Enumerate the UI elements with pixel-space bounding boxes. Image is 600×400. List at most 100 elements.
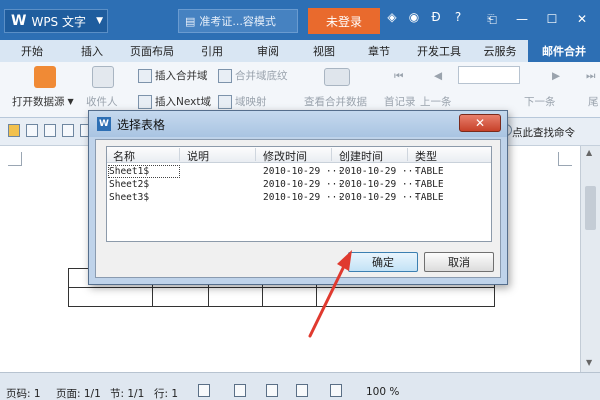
record-number-input[interactable] [458, 66, 520, 84]
outline-view-icon[interactable] [266, 384, 278, 397]
prev-record-icon[interactable]: ◀ [434, 70, 442, 82]
vertical-scrollbar[interactable]: ▲ ▼ [580, 146, 600, 372]
row-name: Sheet3$ [109, 192, 150, 203]
margin-corner-mark [558, 152, 572, 166]
web-view-icon[interactable] [296, 384, 308, 397]
first-record-button[interactable]: 首记录 [384, 94, 416, 109]
merge-field-shading-label: 合并域底纹 [235, 70, 288, 82]
view-merged-icon[interactable] [324, 68, 350, 86]
restore-tab-icon[interactable]: ⎗ [478, 8, 506, 30]
last-record-icon[interactable]: ⏭ [586, 70, 595, 83]
maximize-icon[interactable]: ☐ [538, 8, 566, 30]
shading-icon [218, 68, 232, 83]
document-icon: ▤ [185, 14, 196, 28]
document-tab[interactable]: ▤ 准考证...容模式 [178, 9, 298, 33]
open-data-source-button[interactable]: 打开数据源 ▼ [12, 94, 74, 109]
tab-insert[interactable]: 插入 [64, 40, 120, 62]
column-header-type[interactable]: 类型 [415, 148, 437, 164]
login-button[interactable]: 未登录 [308, 8, 380, 34]
minimize-icon[interactable]: — [508, 8, 536, 30]
row-created: 2010-10-29 ··· [339, 179, 420, 190]
list-item[interactable]: Sheet3$ 2010-10-29 ··· 2010-10-29 ··· TA… [107, 191, 491, 204]
mapping-icon [218, 94, 232, 109]
print-icon[interactable] [62, 124, 74, 137]
column-header-name[interactable]: 名称 [113, 148, 135, 164]
feedback-icon[interactable]: ◉ [406, 10, 422, 24]
tab-mail-merge[interactable]: 邮件合并 [528, 40, 600, 62]
row-modified: 2010-10-29 ··· [263, 192, 344, 203]
list-item[interactable]: Sheet1$ 2010-10-29 ··· 2010-10-29 ··· TA… [107, 165, 491, 178]
spellcheck-icon[interactable] [198, 384, 210, 397]
column-header-modified[interactable]: 修改时间 [263, 148, 307, 164]
reading-view-icon[interactable] [330, 384, 342, 397]
list-item[interactable]: Sheet2$ 2010-10-29 ··· 2010-10-29 ··· TA… [107, 178, 491, 191]
save-icon[interactable] [26, 124, 38, 137]
quick-icons [8, 124, 92, 137]
tab-sections[interactable]: 章节 [352, 40, 406, 62]
recipient-icon[interactable] [92, 66, 114, 88]
tab-start[interactable]: 开始 [0, 40, 64, 62]
table-list[interactable]: 名称 说明 修改时间 创建时间 类型 Sheet1$ 2010-10-29 ··… [106, 146, 492, 242]
dialog-close-button[interactable]: ✕ [459, 114, 501, 132]
row-name: Sheet2$ [109, 179, 150, 190]
scroll-down-icon[interactable]: ▼ [586, 358, 592, 367]
tab-references[interactable]: 引用 [184, 40, 240, 62]
next-record-icon[interactable]: ▶ [552, 70, 560, 82]
field-mapping-button[interactable]: 域映射 [218, 94, 267, 109]
margin-corner-mark [8, 152, 22, 166]
export-pdf-icon[interactable] [44, 124, 56, 137]
tab-cloud[interactable]: 云服务 [472, 40, 528, 62]
insert-merge-field-button[interactable]: 插入合并域 [138, 68, 208, 83]
chevron-down-icon: ▼ [96, 16, 103, 26]
chevron-down-icon: ▼ [67, 97, 74, 106]
select-table-dialog: W 选择表格 ✕ 名称 说明 修改时间 创建时间 类型 Sheet1$ 2010… [88, 110, 508, 285]
merge-field-shading-button[interactable]: 合并域底纹 [218, 68, 288, 83]
open-folder-icon[interactable] [8, 124, 20, 137]
cancel-button[interactable]: 取消 [424, 252, 494, 272]
status-section[interactable]: 节: 1/1 [110, 386, 144, 400]
insert-merge-field-label: 插入合并域 [155, 70, 208, 82]
row-modified: 2010-10-29 ··· [263, 179, 344, 190]
row-type: TABLE [415, 192, 444, 203]
list-header: 名称 说明 修改时间 创建时间 类型 [107, 147, 491, 163]
wps-logo-icon: W [97, 117, 111, 131]
view-merged-data-button[interactable]: 查看合并数据 [304, 94, 367, 109]
ok-button[interactable]: 确定 [348, 252, 418, 272]
recipient-button[interactable]: 收件人 [86, 94, 118, 109]
status-pages[interactable]: 页面: 1/1 [56, 386, 101, 400]
page-view-icon[interactable] [234, 384, 246, 397]
wps-logo-icon: W [11, 13, 27, 29]
next-record-button[interactable]: 下一条 [524, 94, 556, 109]
tab-developer[interactable]: 开发工具 [406, 40, 472, 62]
tab-review[interactable]: 审阅 [240, 40, 296, 62]
dialog-title-bar[interactable]: W 选择表格 ✕ [89, 111, 507, 137]
status-line[interactable]: 行: 1 [154, 386, 178, 400]
help-icon[interactable]: ? [450, 10, 466, 24]
tab-view[interactable]: 视图 [296, 40, 352, 62]
share-icon[interactable]: Ð [428, 10, 444, 24]
title-toolbar-icons: ◈ ◉ Ð ? [384, 10, 466, 24]
close-icon[interactable]: ✕ [568, 8, 596, 30]
wps-app-menu-button[interactable]: W WPS 文字 ▼ [4, 9, 108, 33]
insert-next-field-button[interactable]: 插入Next域 [138, 94, 211, 109]
field-mapping-label: 域映射 [235, 96, 267, 108]
first-record-icon[interactable]: ⏮ [394, 70, 403, 83]
scroll-up-icon[interactable]: ▲ [586, 148, 592, 157]
open-source-icon[interactable] [34, 66, 56, 88]
status-page-number[interactable]: 页码: 1 [6, 386, 41, 400]
row-name: Sheet1$ [108, 165, 180, 178]
last-record-button[interactable]: 尾 [588, 94, 599, 109]
row-type: TABLE [415, 166, 444, 177]
scroll-thumb[interactable] [585, 186, 596, 230]
tab-page-layout[interactable]: 页面布局 [120, 40, 184, 62]
open-data-source-label: 打开数据源 [12, 96, 65, 108]
prev-record-button[interactable]: 上一条 [420, 94, 452, 109]
column-header-desc[interactable]: 说明 [187, 148, 209, 164]
skin-icon[interactable]: ◈ [384, 10, 400, 24]
status-bar: 页码: 1 页面: 1/1 节: 1/1 行: 1 100 % [0, 372, 600, 400]
find-command-link[interactable]: 点此查找命令 [512, 125, 575, 140]
merge-field-icon [138, 68, 152, 83]
window-controls: ⎗ — ☐ ✕ [478, 8, 596, 30]
zoom-level[interactable]: 100 % [366, 386, 399, 398]
column-header-created[interactable]: 创建时间 [339, 148, 383, 164]
